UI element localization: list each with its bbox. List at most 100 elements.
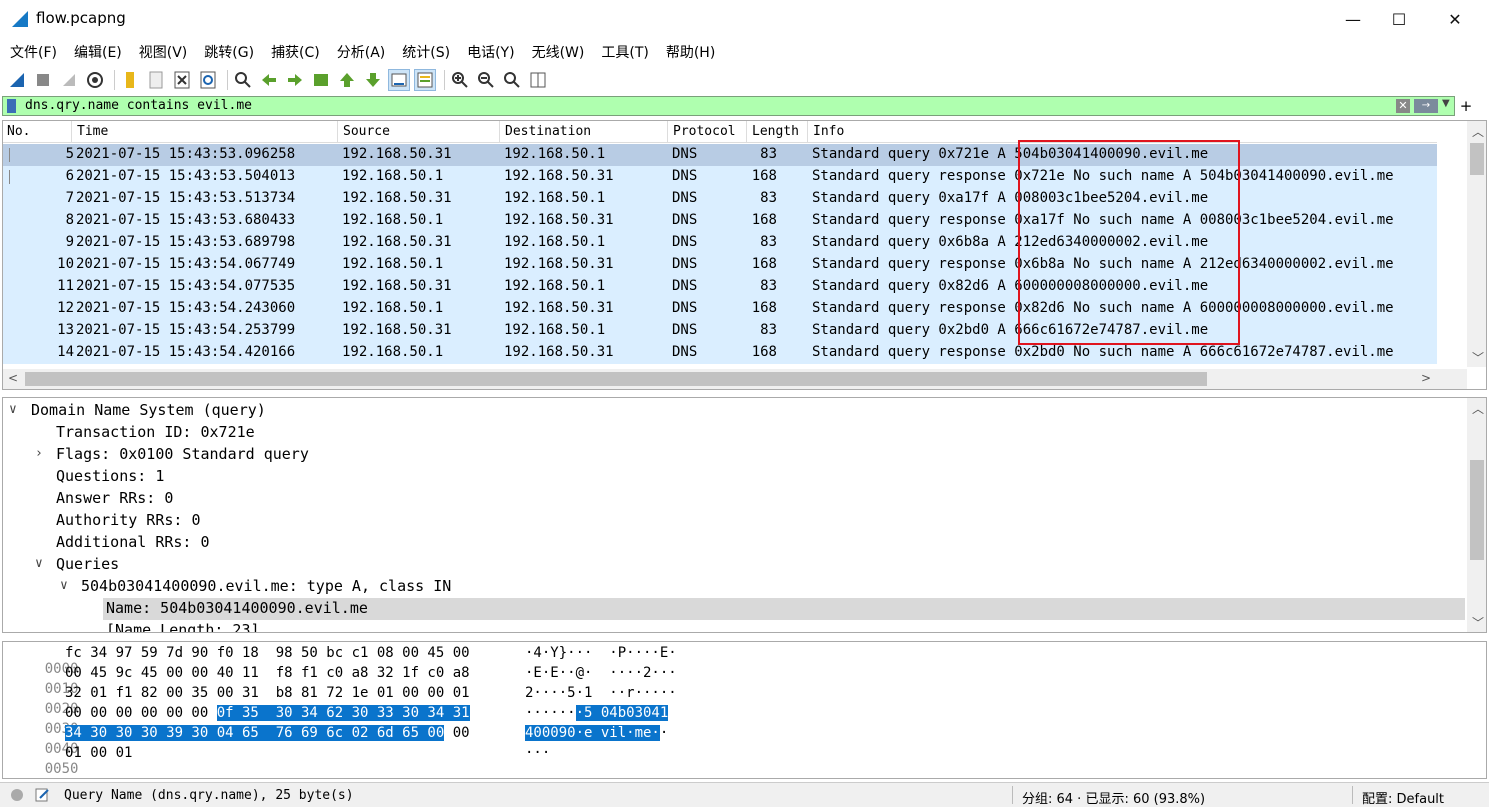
packet-row[interactable]: 7 2021-07-15 15:43:53.513734 192.168.50.… bbox=[3, 188, 1437, 210]
hex-bytes[interactable]: fc 34 97 59 7d 90 f0 18 98 50 bc c1 08 0… bbox=[65, 645, 470, 665]
hex-ascii[interactable]: 2····5·1 ··r····· bbox=[525, 685, 677, 705]
scroll-down-icon[interactable]: ﹀ bbox=[1472, 614, 1484, 631]
display-filter-bar[interactable]: dns.qry.name contains evil.me ✕ → ▼ bbox=[2, 96, 1455, 116]
find-icon[interactable] bbox=[232, 69, 254, 91]
options-gear-icon[interactable] bbox=[84, 69, 106, 91]
menu-file[interactable]: 文件(F) bbox=[4, 42, 63, 62]
scroll-thumb[interactable] bbox=[25, 372, 1207, 386]
menu-capture[interactable]: 捕获(C) bbox=[265, 42, 326, 62]
close-file-icon[interactable] bbox=[171, 69, 193, 91]
tree-node-transaction-id[interactable]: Transaction ID: 0x721e bbox=[3, 422, 1463, 444]
menu-telephony[interactable]: 电话(Y) bbox=[461, 42, 520, 62]
column-source[interactable]: Source bbox=[343, 124, 390, 139]
packet-row[interactable]: 13 2021-07-15 15:43:54.253799 192.168.50… bbox=[3, 320, 1437, 342]
hex-bytes[interactable]: 00 45 9c 45 00 00 40 11 f8 f1 c0 a8 32 1… bbox=[65, 665, 470, 685]
column-protocol[interactable]: Protocol bbox=[673, 124, 736, 139]
packet-list-horizontal-scrollbar[interactable]: < > bbox=[3, 369, 1467, 389]
filter-history-dropdown[interactable]: ▼ bbox=[1442, 98, 1450, 109]
open-folder-icon[interactable] bbox=[119, 69, 141, 91]
expert-info-icon[interactable] bbox=[10, 788, 24, 802]
tree-node-answer-rrs[interactable]: Answer RRs: 0 bbox=[3, 488, 1463, 510]
hex-bytes[interactable]: 34 30 30 30 39 30 04 65 76 69 6c 02 6d 6… bbox=[65, 725, 470, 745]
last-packet-icon[interactable] bbox=[362, 69, 384, 91]
tree-node-authority-rrs[interactable]: Authority RRs: 0 bbox=[3, 510, 1463, 532]
menu-statistics[interactable]: 统计(S) bbox=[396, 42, 456, 62]
menu-view[interactable]: 视图(V) bbox=[133, 42, 194, 62]
column-destination[interactable]: Destination bbox=[505, 124, 591, 139]
hex-bytes[interactable]: 32 01 f1 82 00 35 00 31 b8 81 72 1e 01 0… bbox=[65, 685, 470, 705]
column-info[interactable]: Info bbox=[813, 124, 844, 139]
tree-node-questions[interactable]: Questions: 1 bbox=[3, 466, 1463, 488]
packet-row[interactable]: 12 2021-07-15 15:43:54.243060 192.168.50… bbox=[3, 298, 1437, 320]
scroll-right-icon[interactable]: > bbox=[1421, 371, 1431, 385]
menu-edit[interactable]: 编辑(E) bbox=[68, 42, 128, 62]
close-button[interactable]: ✕ bbox=[1432, 0, 1478, 38]
column-no[interactable]: No. bbox=[7, 124, 30, 139]
zoom-out-icon[interactable] bbox=[475, 69, 497, 91]
tree-node-query-name[interactable]: Name: 504b03041400090.evil.me bbox=[103, 598, 1465, 620]
filter-bookmark-icon[interactable] bbox=[7, 99, 16, 113]
autoscroll-icon[interactable] bbox=[388, 69, 410, 91]
packet-row[interactable]: 5 2021-07-15 15:43:53.096258 192.168.50.… bbox=[3, 144, 1437, 166]
packet-row[interactable]: 11 2021-07-15 15:43:54.077535 192.168.50… bbox=[3, 276, 1437, 298]
scroll-up-icon[interactable]: ︿ bbox=[1472, 400, 1484, 417]
apply-filter-button[interactable]: → bbox=[1414, 99, 1438, 113]
stop-icon[interactable] bbox=[32, 69, 54, 91]
file-icon[interactable] bbox=[145, 69, 167, 91]
packet-row[interactable]: 14 2021-07-15 15:43:54.420166 192.168.50… bbox=[3, 342, 1437, 364]
menu-analyze[interactable]: 分析(A) bbox=[331, 42, 392, 62]
scroll-down-icon[interactable]: ﹀ bbox=[1472, 349, 1484, 366]
restart-icon[interactable] bbox=[58, 69, 80, 91]
first-packet-icon[interactable] bbox=[336, 69, 358, 91]
colorize-icon[interactable] bbox=[414, 69, 436, 91]
edit-comment-icon[interactable] bbox=[34, 787, 50, 803]
tree-node-name-length[interactable]: [Name Length: 23] bbox=[3, 620, 1463, 632]
add-filter-button[interactable]: + bbox=[1458, 96, 1474, 116]
packet-row[interactable]: 10 2021-07-15 15:43:54.067749 192.168.50… bbox=[3, 254, 1437, 276]
packet-row[interactable]: 9 2021-07-15 15:43:53.689798 192.168.50.… bbox=[3, 232, 1437, 254]
hex-ascii[interactable]: ·E·E··@· ····2··· bbox=[525, 665, 677, 685]
back-arrow-icon[interactable] bbox=[258, 69, 280, 91]
scroll-up-icon[interactable]: ︿ bbox=[1472, 123, 1484, 140]
expand-toggle-icon[interactable]: ∨ bbox=[9, 402, 17, 417]
display-filter-input[interactable]: dns.qry.name contains evil.me bbox=[25, 98, 252, 113]
column-length[interactable]: Length bbox=[752, 124, 799, 139]
hex-bytes[interactable]: 01 00 01 bbox=[65, 745, 132, 765]
minimize-button[interactable]: — bbox=[1330, 0, 1376, 38]
expand-toggle-icon[interactable]: › bbox=[35, 446, 43, 461]
menu-tools[interactable]: 工具(T) bbox=[595, 42, 654, 62]
hex-bytes[interactable]: 00 00 00 00 00 00 0f 35 30 34 62 30 33 3… bbox=[65, 705, 470, 725]
tree-node-query-entry[interactable]: ∨ 504b03041400090.evil.me: type A, class… bbox=[3, 576, 1463, 598]
packet-row[interactable]: 6 2021-07-15 15:43:53.504013 192.168.50.… bbox=[3, 166, 1437, 188]
hex-ascii[interactable]: 400090·e vil·me·· bbox=[525, 725, 668, 745]
tree-node-additional-rrs[interactable]: Additional RRs: 0 bbox=[3, 532, 1463, 554]
details-vertical-scrollbar[interactable]: ︿ ﹀ bbox=[1467, 398, 1486, 632]
menu-wireless[interactable]: 无线(W) bbox=[526, 42, 591, 62]
tree-node-queries[interactable]: ∨ Queries bbox=[3, 554, 1463, 576]
status-profile[interactable]: 配置: Default bbox=[1362, 788, 1444, 807]
hex-ascii[interactable]: ·······5 04b03041 bbox=[525, 705, 669, 725]
clear-filter-button[interactable]: ✕ bbox=[1396, 99, 1410, 113]
hex-ascii[interactable]: ··· bbox=[525, 745, 550, 765]
zoom-in-icon[interactable] bbox=[449, 69, 471, 91]
menu-go[interactable]: 跳转(G) bbox=[198, 42, 260, 62]
normal-size-icon[interactable] bbox=[501, 69, 523, 91]
hex-ascii[interactable]: ·4·Y}··· ·P····E· bbox=[525, 645, 677, 665]
packet-list-vertical-scrollbar[interactable]: ︿ ﹀ bbox=[1467, 121, 1486, 367]
shark-fin-start-icon[interactable] bbox=[6, 69, 28, 91]
maximize-button[interactable]: ☐ bbox=[1376, 0, 1422, 38]
forward-arrow-icon[interactable] bbox=[284, 69, 306, 91]
scroll-left-icon[interactable]: < bbox=[8, 371, 18, 385]
expand-toggle-icon[interactable]: ∨ bbox=[35, 556, 43, 571]
scroll-thumb[interactable] bbox=[1470, 143, 1484, 175]
scroll-thumb[interactable] bbox=[1470, 460, 1484, 560]
packet-row[interactable]: 8 2021-07-15 15:43:53.680433 192.168.50.… bbox=[3, 210, 1437, 232]
resize-columns-icon[interactable] bbox=[527, 69, 549, 91]
menu-help[interactable]: 帮助(H) bbox=[660, 42, 721, 62]
reload-icon[interactable] bbox=[197, 69, 219, 91]
expand-toggle-icon[interactable]: ∨ bbox=[60, 578, 68, 593]
goto-packet-icon[interactable] bbox=[310, 69, 332, 91]
column-time[interactable]: Time bbox=[77, 124, 108, 139]
tree-node-dns[interactable]: ∨ Domain Name System (query) bbox=[3, 400, 1463, 422]
tree-node-flags[interactable]: › Flags: 0x0100 Standard query bbox=[3, 444, 1463, 466]
